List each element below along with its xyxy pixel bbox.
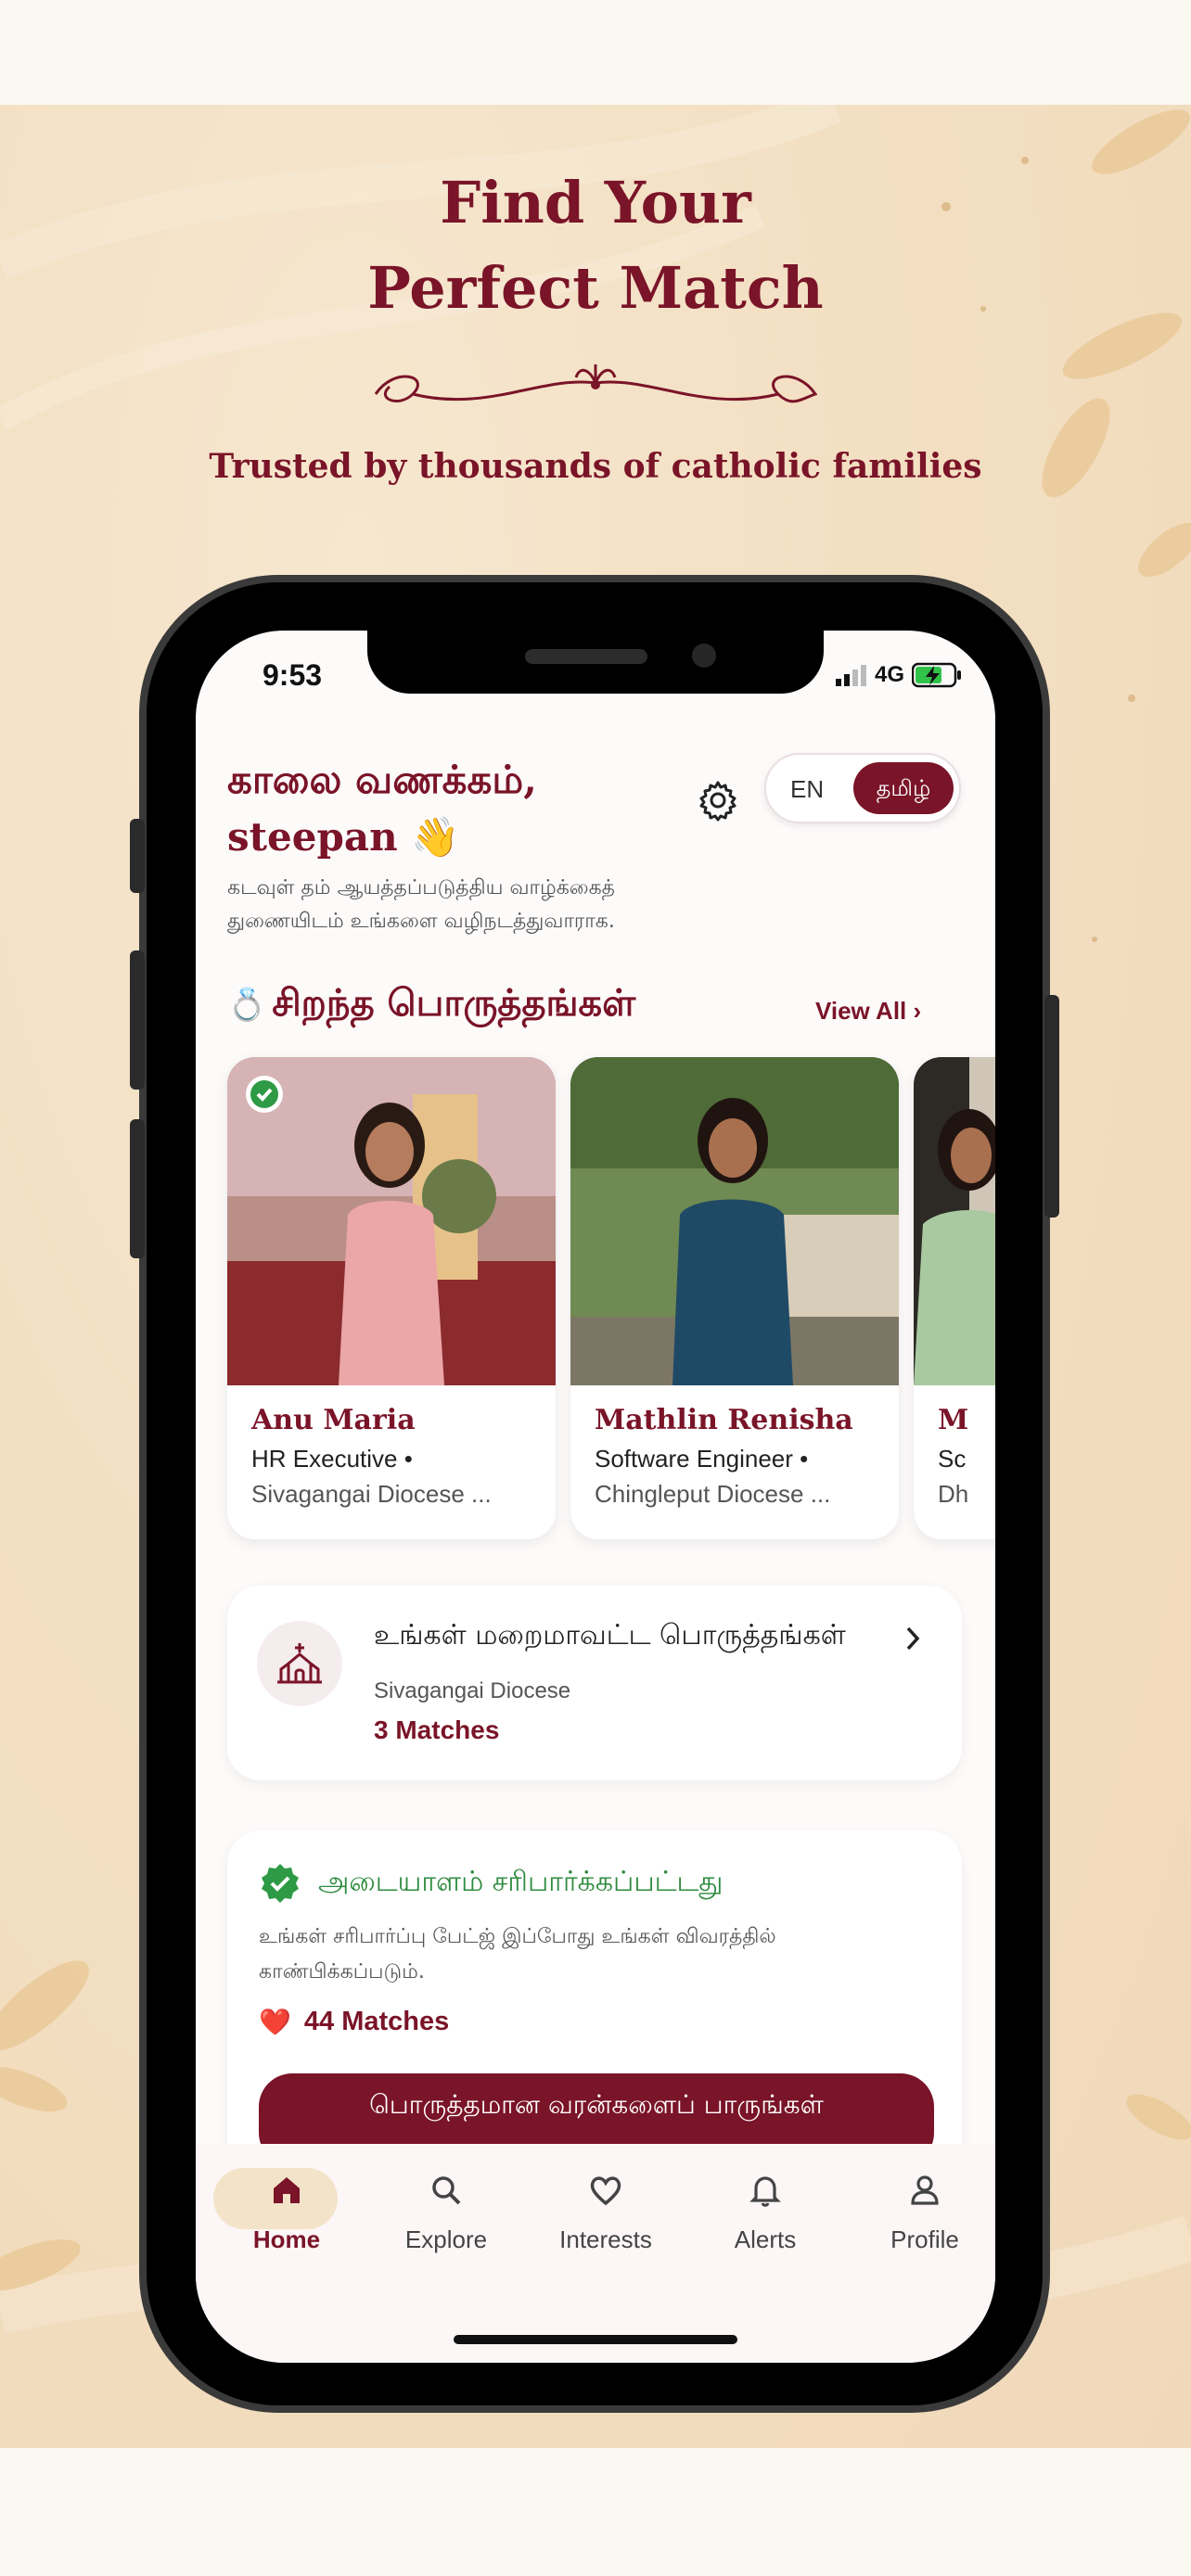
tab-alerts[interactable]: Alerts bbox=[691, 2172, 839, 2254]
camera bbox=[692, 644, 716, 668]
best-matches-label: சிறந்த பொருத்தங்கள் bbox=[272, 981, 636, 1025]
home-indicator bbox=[454, 2335, 737, 2344]
view-all-link[interactable]: View All › bbox=[815, 997, 921, 1026]
tagline: Trusted by thousands of catholic familie… bbox=[209, 447, 982, 486]
battery-charging-icon bbox=[912, 662, 961, 688]
bottom-tab-bar: Home Explore Interests Alerts Profile bbox=[196, 2144, 995, 2363]
language-toggle[interactable]: EN தமிழ் bbox=[764, 753, 961, 823]
tab-label: Interests bbox=[559, 2225, 652, 2253]
diocese-name: Sivagangai Diocese bbox=[374, 1678, 571, 1703]
profile-job: Sc bbox=[938, 1445, 967, 1473]
greeting-line1: காலை வணக்கம், bbox=[227, 757, 537, 802]
ornament-divider bbox=[374, 364, 818, 403]
greeting-line2: steepan 👋 bbox=[227, 814, 460, 860]
church-icon-wrap bbox=[257, 1621, 342, 1706]
diocese-card-title: உங்கள் மறைமாவட்ட பொருத்தங்கள் bbox=[374, 1619, 846, 1651]
phone-screen: 9:53 4G காலை வணக்கம், steepan 👋 கடவுள் த… bbox=[196, 631, 995, 2363]
network-label: 4G bbox=[874, 662, 904, 687]
verification-title: அடையாளம் சரிபார்க்கப்பட்டது bbox=[318, 1866, 724, 1898]
profile-photo bbox=[570, 1057, 899, 1385]
verification-subtitle: உங்கள் சரிபார்ப்பு பேட்ஜ் இப்போது உங்கள்… bbox=[259, 1925, 776, 1983]
verified-badge-icon bbox=[246, 1076, 283, 1113]
bell-icon bbox=[749, 2176, 781, 2207]
tab-label: Profile bbox=[890, 2225, 959, 2253]
match-count-label: 44 Matches bbox=[303, 2007, 450, 2036]
tab-explore[interactable]: Explore bbox=[372, 2172, 520, 2254]
status-icons: 4G bbox=[835, 662, 964, 688]
phone-side-button bbox=[130, 819, 145, 893]
tab-home[interactable]: Home bbox=[212, 2168, 361, 2254]
profile-location: Chingleput Diocese ... bbox=[595, 1480, 831, 1508]
heart-icon bbox=[590, 2176, 621, 2206]
notch bbox=[367, 631, 824, 694]
profile-location: Sivagangai Diocese ... bbox=[251, 1480, 492, 1508]
tab-label: Alerts bbox=[734, 2225, 797, 2253]
headline-line1: Find Your bbox=[440, 169, 751, 236]
tab-interests[interactable]: Interests bbox=[531, 2172, 680, 2254]
greeting-subtitle: கடவுள் தம் ஆயத்தப்படுத்திய வாழ்க்கைத் து… bbox=[227, 876, 615, 933]
lang-en-option[interactable]: EN bbox=[790, 775, 824, 804]
heart-icon: ❤️ bbox=[259, 2008, 291, 2036]
profile-location: Dh bbox=[938, 1480, 969, 1508]
phone-volume-down bbox=[130, 1119, 145, 1258]
phone-volume-up bbox=[130, 950, 145, 1090]
match-cards-carousel[interactable]: Anu Maria HR Executive • Sivagangai Dioc… bbox=[227, 1057, 995, 1539]
best-matches-title: 💍 சிறந்த பொருத்தங்கள் bbox=[227, 981, 635, 1029]
person-icon bbox=[911, 2175, 939, 2205]
status-time: 9:53 bbox=[263, 658, 323, 692]
verified-check-icon bbox=[262, 1864, 299, 1903]
diocese-matches-card[interactable]: உங்கள் மறைமாவட்ட பொருத்தங்கள் Sivagangai… bbox=[227, 1586, 962, 1780]
greeting-title: காலை வணக்கம், steepan 👋 bbox=[227, 751, 682, 866]
lang-ta-option[interactable]: தமிழ் bbox=[853, 762, 954, 814]
search-icon bbox=[432, 2176, 461, 2205]
match-count: ❤️ 44 Matches bbox=[259, 2007, 449, 2037]
profile-name: M bbox=[938, 1404, 969, 1436]
tab-profile[interactable]: Profile bbox=[851, 2172, 995, 2254]
chevron-right-icon bbox=[906, 1626, 920, 1651]
profile-name: Mathlin Renisha bbox=[595, 1404, 853, 1436]
match-card[interactable]: Anu Maria HR Executive • Sivagangai Dioc… bbox=[227, 1057, 556, 1539]
ring-icon: 💍 bbox=[227, 987, 267, 1024]
tab-label: Home bbox=[252, 2225, 321, 2253]
profile-job: Software Engineer • bbox=[595, 1445, 809, 1473]
phone-power-button bbox=[1044, 995, 1059, 1218]
profile-photo bbox=[914, 1057, 995, 1385]
signal-icon bbox=[835, 665, 866, 686]
match-card[interactable]: M Sc Dh bbox=[914, 1057, 995, 1539]
headline-line2: Perfect Match bbox=[367, 254, 824, 322]
profile-job: HR Executive • bbox=[251, 1445, 413, 1473]
tab-label: Explore bbox=[404, 2225, 488, 2253]
home-icon bbox=[274, 2177, 300, 2203]
speaker bbox=[525, 649, 647, 664]
diocese-match-count: 3 Matches bbox=[374, 1715, 500, 1744]
match-card[interactable]: Mathlin Renisha Software Engineer • Chin… bbox=[570, 1057, 899, 1539]
gear-icon[interactable] bbox=[697, 779, 739, 822]
profile-name: Anu Maria bbox=[251, 1404, 416, 1436]
church-icon bbox=[277, 1643, 322, 1684]
